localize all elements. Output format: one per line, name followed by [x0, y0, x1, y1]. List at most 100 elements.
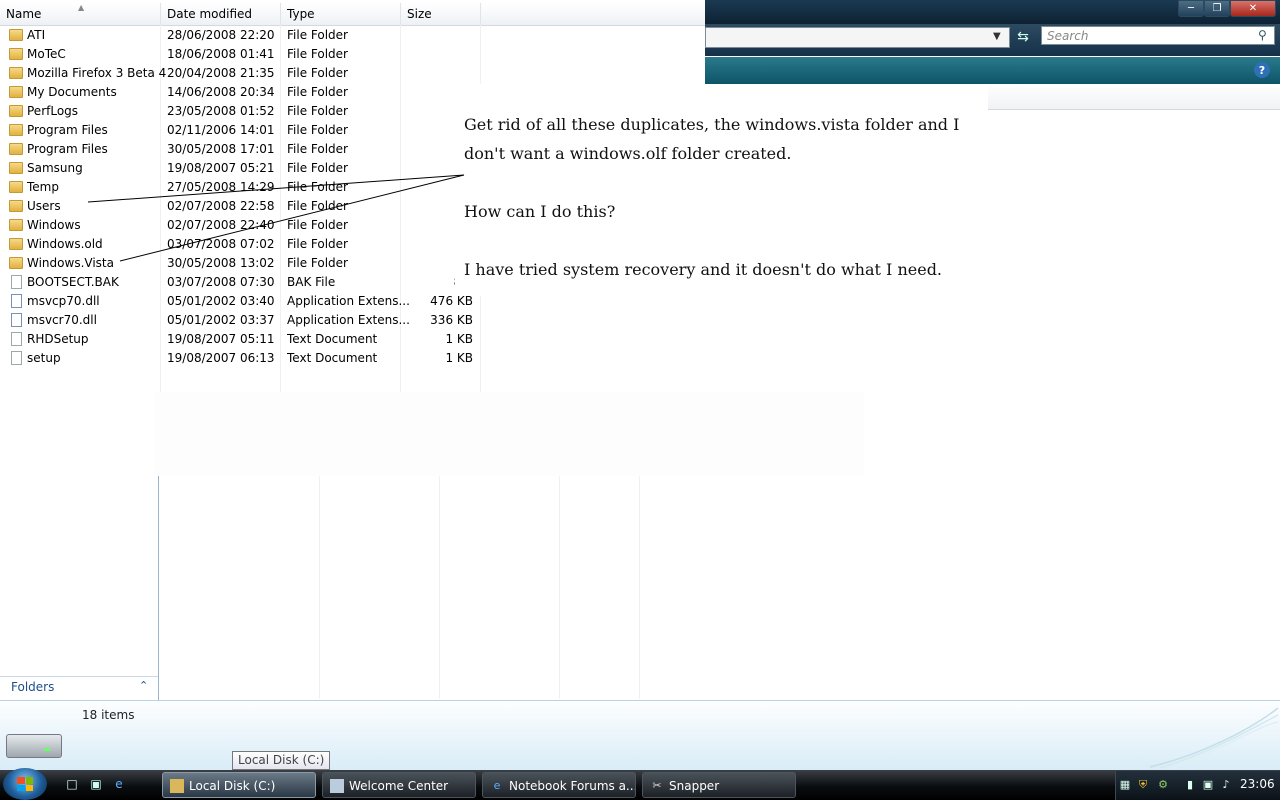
file-date-modified: 02/07/2008 22:40	[167, 218, 275, 232]
window-controls: ─ ❐ ✕	[1178, 0, 1276, 17]
folder-icon	[9, 238, 23, 250]
column-header-size[interactable]: Size	[401, 3, 481, 25]
annotation-line: I have tried system recovery and it does…	[464, 260, 943, 279]
file-date-modified: 19/08/2007 05:11	[167, 332, 275, 346]
file-row[interactable]: Windows.old 03/07/2008 07:02 File Folder	[0, 235, 480, 254]
taskbar-button-welcome-center[interactable]: Welcome Center	[322, 772, 476, 798]
file-date-modified: 14/06/2008 20:34	[167, 85, 275, 99]
file-row[interactable]: Program Files 30/05/2008 17:01 File Folder	[0, 140, 480, 159]
refresh-icon: ⇆	[1017, 28, 1029, 45]
column-divider	[319, 476, 320, 699]
file-row[interactable]: Mozilla Firefox 3 Beta 4 20/04/2008 21:35…	[0, 64, 480, 83]
file-name: setup	[27, 351, 61, 365]
folder-icon	[9, 105, 23, 117]
file-row[interactable]: ATI 28/06/2008 22:20 File Folder	[0, 26, 480, 45]
file-name: BOOTSECT.BAK	[27, 275, 119, 289]
file-row[interactable]: Temp 27/05/2008 14:29 File Folder	[0, 178, 480, 197]
file-row[interactable]: Samsung 19/08/2007 05:21 File Folder	[0, 159, 480, 178]
navigation-pane-border	[158, 476, 159, 700]
maximize-button[interactable]: ❐	[1204, 0, 1230, 17]
taskbar-button-notebook-forums[interactable]: e Notebook Forums a...	[482, 772, 636, 798]
file-row[interactable]: msvcp70.dll 05/01/2002 03:40 Application E…	[0, 292, 480, 311]
file-name: Windows	[27, 218, 81, 232]
taskbar-button-label: Local Disk (C:)	[189, 779, 276, 793]
file-type: File Folder	[287, 85, 348, 99]
file-date-modified: 05/01/2002 03:40	[167, 294, 275, 308]
item-count: 18 items	[82, 708, 135, 722]
minimize-button[interactable]: ─	[1178, 0, 1204, 17]
search-icon[interactable]: ⚲	[1258, 28, 1267, 42]
taskbar-button-label: Welcome Center	[349, 779, 449, 793]
file-row[interactable]: My Documents 14/06/2008 20:34 File Folder	[0, 83, 480, 102]
file-type: Application Extens...	[287, 313, 410, 327]
file-row[interactable]: RHDSetup 19/08/2007 05:11 Text Document 1 K…	[0, 330, 480, 349]
details-pane	[0, 700, 1280, 771]
search-input[interactable]: Search	[1041, 26, 1275, 45]
file-row[interactable]: Users 02/07/2008 22:58 File Folder	[0, 197, 480, 216]
file-type: Application Extens...	[287, 294, 410, 308]
column-header-type[interactable]: Type	[281, 3, 401, 25]
taskbar-button-snapper[interactable]: ✂ Snapper	[642, 772, 796, 798]
file-date-modified: 30/05/2008 13:02	[167, 256, 275, 270]
file-name: Windows.old	[27, 237, 103, 251]
file-name: Temp	[27, 180, 59, 194]
welcome-center-icon	[330, 779, 344, 793]
file-size: 336 KB	[430, 313, 473, 327]
column-divider	[439, 476, 440, 699]
tray-utility-icon[interactable]: ⚙	[1156, 778, 1170, 792]
file-size: 1 KB	[445, 332, 473, 346]
address-bar[interactable]	[705, 27, 1010, 48]
file-date-modified: 03/07/2008 07:02	[167, 237, 275, 251]
minimize-icon: ─	[1187, 3, 1195, 14]
network-icon[interactable]: ▣	[1201, 778, 1215, 792]
file-type: Text Document	[287, 351, 378, 365]
chevron-up-icon[interactable]: ⌃	[139, 679, 148, 692]
folder-icon	[170, 779, 184, 793]
taskbar-button-label: Notebook Forums a...	[509, 779, 636, 793]
show-desktop-icon[interactable]: □	[64, 777, 80, 791]
folder-icon	[9, 29, 23, 41]
refresh-button[interactable]: ⇆	[1012, 27, 1034, 46]
help-icon[interactable]: ?	[1254, 62, 1270, 78]
file-row[interactable]: Program Files 02/11/2006 14:01 File Folder	[0, 121, 480, 140]
file-name: Windows.Vista	[27, 256, 114, 270]
file-row[interactable]: msvcr70.dll 05/01/2002 03:37 Application E…	[0, 311, 480, 330]
file-type: File Folder	[287, 123, 348, 137]
clock[interactable]: 23:06	[1240, 777, 1275, 791]
taskbar-button-local-disk[interactable]: Local Disk (C:)	[162, 772, 316, 798]
file-row[interactable]: MoTeC 18/06/2008 01:41 File Folder	[0, 45, 480, 64]
file-type: File Folder	[287, 142, 348, 156]
security-shield-icon[interactable]: ⛨	[1136, 778, 1150, 792]
close-icon: ✕	[1248, 3, 1258, 14]
text-file-icon	[11, 332, 22, 346]
file-date-modified: 23/05/2008 01:52	[167, 104, 275, 118]
file-row[interactable]: Windows.Vista 30/05/2008 13:02 File Folder	[0, 254, 480, 273]
file-name: Mozilla Firefox 3 Beta 4	[27, 66, 167, 80]
file-row[interactable]: Windows 02/07/2008 22:40 File Folder	[0, 216, 480, 235]
switch-windows-icon[interactable]: ▣	[88, 777, 104, 791]
file-type: BAK File	[287, 275, 336, 289]
file-name: MoTeC	[27, 47, 66, 61]
internet-explorer-icon[interactable]: e	[111, 777, 127, 791]
volume-icon[interactable]: ♪	[1219, 778, 1233, 792]
folder-icon	[9, 257, 23, 269]
folders-label[interactable]: Folders	[11, 680, 54, 694]
dll-icon	[11, 313, 22, 327]
annotation-line: How can I do this?	[464, 202, 616, 221]
file-row[interactable]: setup 19/08/2007 06:13 Text Document 1 KB	[0, 349, 480, 368]
decorative-swoosh	[1149, 707, 1279, 770]
annotation-text: Get rid of all these duplicates, the win…	[464, 110, 984, 284]
command-toolbar	[705, 57, 1280, 84]
hard-drive-icon	[6, 734, 62, 758]
file-name: Program Files	[27, 142, 108, 156]
battery-icon[interactable]: ▮	[1183, 778, 1197, 792]
file-icon	[11, 275, 22, 289]
column-header-date-modified[interactable]: Date modified	[161, 3, 281, 25]
folder-icon	[9, 48, 23, 60]
address-dropdown-icon[interactable]: ▼	[993, 31, 1001, 42]
file-row[interactable]: PerfLogs 23/05/2008 01:52 File Folder	[0, 102, 480, 121]
tray-app-icon[interactable]: ▦	[1118, 778, 1132, 792]
close-button[interactable]: ✕	[1230, 0, 1276, 17]
file-date-modified: 05/01/2002 03:37	[167, 313, 275, 327]
file-row[interactable]: BOOTSECT.BAK03/07/2008 07:30BAK File8 K	[0, 273, 480, 292]
